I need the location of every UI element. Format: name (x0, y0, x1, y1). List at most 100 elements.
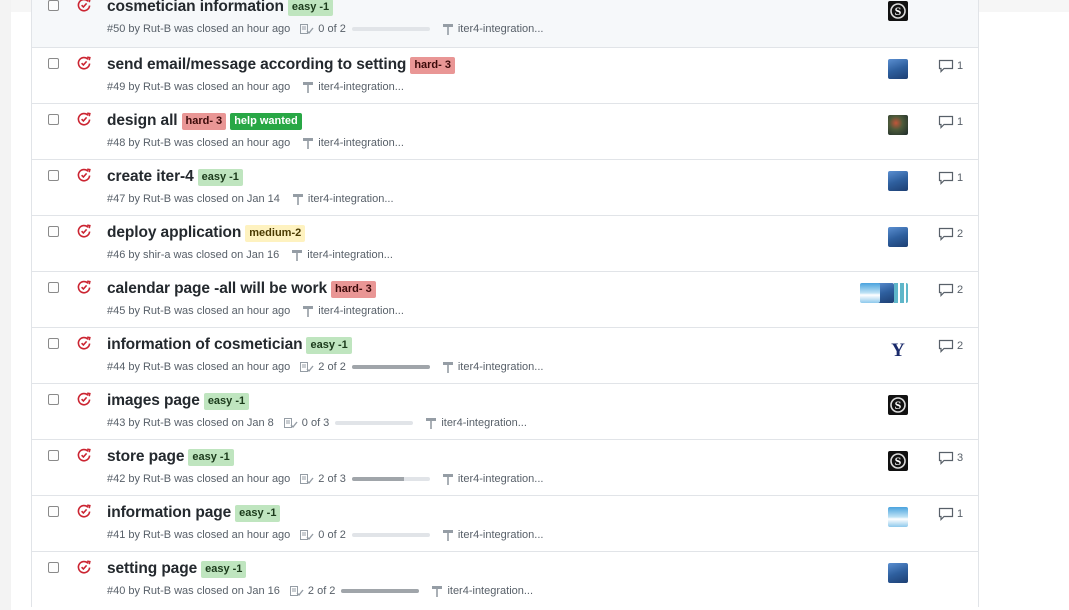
assignee-avatar[interactable] (888, 59, 908, 79)
issue-title-link[interactable]: information page (107, 504, 231, 522)
milestone-name: iter4-integration... (447, 585, 534, 597)
issue-label[interactable]: easy -1 (188, 448, 234, 466)
issue-select-checkbox[interactable] (48, 0, 59, 11)
issue-row[interactable]: information of cosmetician easy -1 #44 b… (32, 327, 978, 383)
milestone-link[interactable]: iter4-integration... (442, 529, 543, 541)
issue-label[interactable]: easy -1 (203, 392, 250, 410)
milestone-link[interactable]: iter4-integration... (302, 81, 404, 93)
issue-title-link[interactable]: send email/message according to setting (107, 56, 406, 74)
issue-row[interactable]: cosmetician information easy -1 #50 by R… (32, 0, 978, 47)
assignees (862, 227, 908, 247)
issue-title-link[interactable]: setting page (107, 560, 197, 578)
milestone-link[interactable]: iter4-integration... (442, 473, 544, 485)
issue-row[interactable]: images page easy -1 #43 by Rut-B was clo… (32, 383, 978, 439)
issue-author-link[interactable]: Rut-B (143, 529, 171, 541)
comments-link[interactable]: 1 (938, 507, 963, 521)
milestone-link[interactable]: iter4-integration... (302, 305, 404, 317)
issue-row[interactable]: create iter-4 easy -1 #47 by Rut-B was c… (32, 159, 978, 215)
issue-select-checkbox[interactable] (48, 338, 59, 349)
issue-author-link[interactable]: Rut-B (143, 417, 171, 429)
assignee-avatar[interactable] (888, 171, 908, 191)
issue-label[interactable]: easy -1 (197, 168, 243, 186)
issue-select-checkbox[interactable] (48, 170, 59, 181)
issue-row[interactable]: information page easy -1 #41 by Rut-B wa… (32, 495, 978, 551)
milestone-link[interactable]: iter4-integration... (292, 193, 394, 205)
issue-author-link[interactable]: Rut-B (143, 585, 171, 597)
milestone-name: iter4-integration... (318, 305, 404, 317)
milestone-link[interactable]: iter4-integration... (425, 417, 527, 429)
assignee-avatar[interactable]: S (888, 1, 908, 21)
issue-label[interactable]: easy -1 (287, 0, 334, 16)
milestone-link[interactable]: iter4-integration... (431, 585, 533, 597)
milestone-link[interactable]: iter4-integration... (302, 137, 404, 149)
assignee-avatar[interactable] (860, 283, 880, 303)
issue-label[interactable]: easy -1 (201, 560, 247, 578)
issue-author-link[interactable]: Rut-B (143, 81, 171, 93)
assignee-avatar[interactable] (888, 563, 908, 583)
issue-select-checkbox[interactable] (48, 114, 59, 125)
issue-select-checkbox[interactable] (48, 450, 59, 461)
milestone-name: iter4-integration... (457, 473, 544, 485)
comments-link[interactable]: 2 (938, 339, 963, 353)
issue-author-link[interactable]: shir-a (143, 249, 171, 261)
milestone-name: iter4-integration... (307, 193, 394, 205)
issue-author-link[interactable]: Rut-B (143, 137, 171, 149)
assignee-avatar[interactable] (888, 507, 908, 527)
task-list-icon (289, 585, 304, 597)
issue-label[interactable]: medium-2 (245, 224, 306, 242)
issue-select-checkbox[interactable] (48, 226, 59, 237)
milestone-link[interactable]: iter4-integration... (442, 361, 543, 373)
issue-author-link[interactable]: Rut-B (143, 23, 171, 35)
issue-row[interactable]: send email/message according to setting … (32, 47, 978, 103)
issue-label[interactable]: help wanted (230, 112, 302, 130)
issue-title-link[interactable]: deploy application (107, 224, 241, 242)
issue-row[interactable]: setting page easy -1 #40 by Rut-B was cl… (32, 551, 978, 607)
assignee-avatar[interactable]: S (888, 395, 908, 415)
issue-label[interactable]: easy -1 (235, 504, 281, 522)
milestone-name: iter4-integration... (441, 417, 527, 429)
issue-closed-time: was closed an hour ago (174, 137, 291, 149)
milestone-icon (431, 585, 443, 597)
issue-title-link[interactable]: store page (107, 448, 184, 466)
issue-row[interactable]: calendar page -all will be work hard- 3 … (32, 271, 978, 327)
issue-row[interactable]: design all hard- 3 help wanted #48 by Rut… (32, 103, 978, 159)
milestone-link[interactable]: iter4-integration... (442, 23, 543, 35)
issue-label[interactable]: hard- 3 (181, 112, 227, 130)
assignee-avatar[interactable] (888, 227, 908, 247)
milestone-icon (425, 417, 437, 429)
assignee-avatar[interactable] (888, 115, 908, 135)
issue-title-link[interactable]: create iter-4 (107, 168, 194, 186)
issue-number: #45 (107, 305, 126, 317)
issue-author-link[interactable]: Rut-B (143, 305, 171, 317)
issue-title-link[interactable]: cosmetician information (107, 0, 284, 16)
comment-icon (938, 171, 954, 185)
issue-title-link[interactable]: design all (107, 112, 178, 130)
issue-row[interactable]: deploy application medium-2 #46 by shir-… (32, 215, 978, 271)
comments-link[interactable]: 1 (938, 59, 963, 73)
issue-meta: #50 by Rut-B was closed an hour ago 0 of… (107, 23, 544, 35)
issue-select-checkbox[interactable] (48, 562, 59, 573)
issue-author-link[interactable]: Rut-B (143, 193, 171, 205)
comments-link[interactable]: 1 (938, 171, 963, 185)
milestone-link[interactable]: iter4-integration... (291, 249, 393, 261)
assignee-avatar[interactable]: S (888, 451, 908, 471)
issue-closed-icon (76, 111, 92, 127)
issue-select-checkbox[interactable] (48, 394, 59, 405)
comments-link[interactable]: 3 (938, 451, 963, 465)
issue-select-checkbox[interactable] (48, 282, 59, 293)
issue-title-link[interactable]: images page (107, 392, 200, 410)
issue-title-link[interactable]: calendar page -all will be work (107, 280, 327, 298)
issue-select-checkbox[interactable] (48, 58, 59, 69)
issue-row[interactable]: store page easy -1 #42 by Rut-B was clos… (32, 439, 978, 495)
comments-link[interactable]: 2 (938, 283, 963, 297)
issue-select-checkbox[interactable] (48, 506, 59, 517)
issue-title-link[interactable]: information of cosmetician (107, 336, 303, 354)
comments-link[interactable]: 2 (938, 227, 963, 241)
comments-link[interactable]: 1 (938, 115, 963, 129)
issue-label[interactable]: hard- 3 (410, 56, 455, 74)
assignee-avatar[interactable]: Y (888, 339, 908, 359)
issue-label[interactable]: hard- 3 (331, 280, 376, 298)
issue-label[interactable]: easy -1 (306, 336, 352, 354)
issue-author-link[interactable]: Rut-B (143, 473, 171, 485)
issue-author-link[interactable]: Rut-B (143, 361, 171, 373)
